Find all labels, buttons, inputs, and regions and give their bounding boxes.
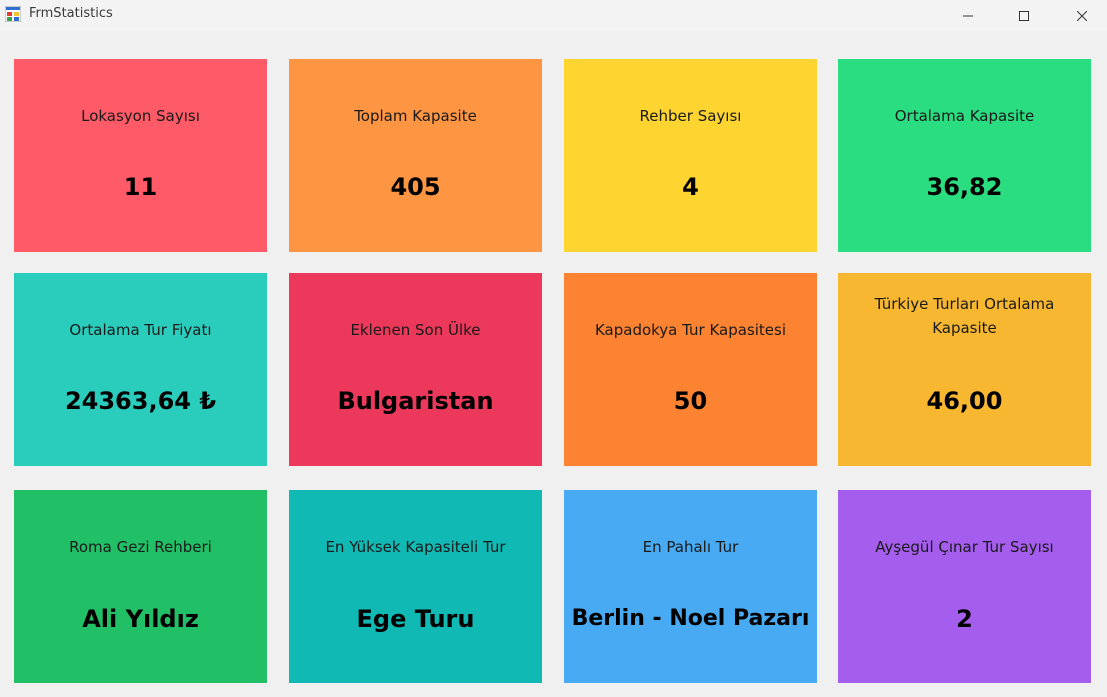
tile-label: Lokasyon Sayısı <box>81 107 200 125</box>
app-form-icon <box>5 6 21 22</box>
title-bar[interactable]: FrmStatistics <box>0 0 1107 31</box>
maximize-button[interactable] <box>1001 0 1047 31</box>
tile-value: 24363,64 ₺ <box>64 387 217 415</box>
tile-turkiye-turlari-ortalama-kapasite: Türkiye Turları Ortalama Kapasite 46,00 <box>838 273 1091 466</box>
tile-label: Türkiye Turları Ortalama Kapasite <box>874 295 1055 337</box>
tile-value: 50 <box>673 387 708 415</box>
close-button[interactable] <box>1059 0 1105 31</box>
frm-statistics-window: FrmStatistics Lokasyon Sayısı 11 Toplam … <box>0 0 1107 697</box>
tile-label: Ortalama Tur Fiyatı <box>69 321 212 339</box>
tile-kapadokya-tur-kapasitesi: Kapadokya Tur Kapasitesi 50 <box>564 273 817 466</box>
tile-value: 405 <box>390 173 441 201</box>
tile-label: Rehber Sayısı <box>639 107 742 125</box>
tile-label: En Pahalı Tur <box>642 538 739 556</box>
tile-label: Eklenen Son Ülke <box>350 321 481 339</box>
tile-value: 11 <box>123 173 158 201</box>
minimize-button[interactable] <box>945 0 991 31</box>
tile-label: En Yüksek Kapasiteli Tur <box>325 538 506 556</box>
close-icon <box>1077 10 1087 21</box>
tile-label: Toplam Kapasite <box>354 107 477 125</box>
tile-lokasyon-sayisi: Lokasyon Sayısı 11 <box>14 59 267 252</box>
tile-rehber-sayisi: Rehber Sayısı 4 <box>564 59 817 252</box>
tile-eklenen-son-ulke: Eklenen Son Ülke Bulgaristan <box>289 273 542 466</box>
maximize-icon <box>1019 10 1029 21</box>
tile-value: Ege Turu <box>356 605 475 633</box>
tile-value: Bulgaristan <box>337 387 494 415</box>
tile-toplam-kapasite: Toplam Kapasite 405 <box>289 59 542 252</box>
minimize-icon <box>963 15 973 16</box>
tile-value: 46,00 <box>926 387 1003 415</box>
tile-en-pahali-tur: En Pahalı Tur Berlin - Noel Pazarı <box>564 490 817 683</box>
tile-label: Roma Gezi Rehberi <box>69 538 212 556</box>
tile-ortalama-kapasite: Ortalama Kapasite 36,82 <box>838 59 1091 252</box>
tile-en-yuksek-kapasiteli-tur: En Yüksek Kapasiteli Tur Ege Turu <box>289 490 542 683</box>
tile-label: Ortalama Kapasite <box>894 107 1035 125</box>
tile-label: Kapadokya Tur Kapasitesi <box>594 321 787 339</box>
tile-value: 2 <box>956 605 973 633</box>
tile-aysegul-cinar-tur-sayisi: Ayşegül Çınar Tur Sayısı 2 <box>838 490 1091 683</box>
window-title: FrmStatistics <box>29 6 113 21</box>
tile-ortalama-tur-fiyati: Ortalama Tur Fiyatı 24363,64 ₺ <box>14 273 267 466</box>
tile-value: Berlin - Noel Pazarı <box>571 606 810 631</box>
tile-roma-gezi-rehberi: Roma Gezi Rehberi Ali Yıldız <box>14 490 267 683</box>
tile-label: Ayşegül Çınar Tur Sayısı <box>875 538 1054 556</box>
tile-value: Ali Yıldız <box>82 605 199 633</box>
tile-value: 4 <box>682 173 699 201</box>
tile-value: 36,82 <box>926 173 1003 201</box>
